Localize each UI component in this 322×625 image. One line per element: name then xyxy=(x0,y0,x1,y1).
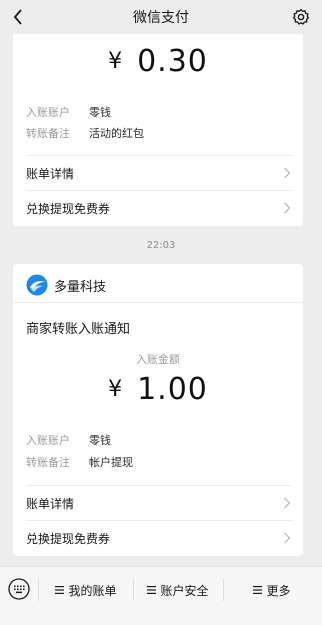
amount-value: 0.30 xyxy=(137,44,208,79)
link-label: 兑换提现免费券 xyxy=(26,201,111,216)
currency-symbol: ¥ xyxy=(108,49,124,74)
field-label: 转账备注 xyxy=(26,127,70,140)
page-title: 微信支付 xyxy=(133,10,189,26)
field-label: 入账账户 xyxy=(26,434,70,447)
amount-value: 1.00 xyxy=(137,372,208,407)
field-value: 零钱 xyxy=(89,434,111,447)
keyboard-icon[interactable] xyxy=(8,578,30,600)
link-label: 账单详情 xyxy=(26,496,75,511)
transfer-card-1[interactable]: ¥0.30 入账账户 零钱 转账备注 活动的红包 账单详情 兑换提现免费券 xyxy=(13,34,303,226)
merchant-logo xyxy=(26,274,48,296)
menu-icon xyxy=(253,586,263,594)
divider xyxy=(38,579,39,601)
notice-title: 商家转账入账通知 xyxy=(26,322,131,337)
menu-icon xyxy=(55,586,65,594)
chevron-right-icon xyxy=(284,167,291,179)
link-label: 账单详情 xyxy=(26,166,75,181)
top-navbar: 微信支付 xyxy=(0,0,322,34)
message-timestamp: 22:03 xyxy=(146,240,176,251)
field-remark: 转账备注 活动的红包 xyxy=(26,125,144,141)
chevron-right-icon xyxy=(284,497,291,509)
merchant-name: 多量科技 xyxy=(54,279,107,295)
field-value: 零钱 xyxy=(89,106,111,119)
withdraw-coupon-link[interactable]: 兑换提现免费券 xyxy=(13,521,303,555)
transfer-card-2[interactable]: 多量科技 商家转账入账通知 入账金额 ¥1.00 入账账户 零钱 转账备注 帐户… xyxy=(13,264,303,556)
amount-display: ¥0.30 xyxy=(13,44,303,79)
bill-details-link[interactable]: 账单详情 xyxy=(13,156,303,190)
menu-icon xyxy=(147,586,157,594)
merchant-header[interactable]: 多量科技 xyxy=(26,273,106,297)
tab-more[interactable]: 更多 xyxy=(224,580,320,600)
amount-label: 入账金额 xyxy=(136,353,180,366)
field-account: 入账账户 零钱 xyxy=(26,432,111,448)
field-value: 活动的红包 xyxy=(89,127,144,140)
tab-label: 我的账单 xyxy=(68,583,117,598)
field-account: 入账账户 零钱 xyxy=(26,104,111,120)
chevron-right-icon xyxy=(284,202,291,214)
gear-icon[interactable] xyxy=(290,6,312,28)
field-label: 转账备注 xyxy=(26,456,70,469)
tab-my-bills[interactable]: 我的账单 xyxy=(40,580,132,600)
divider xyxy=(13,302,303,303)
tab-account-security[interactable]: 账户安全 xyxy=(134,580,222,600)
withdraw-coupon-link[interactable]: 兑换提现免费券 xyxy=(13,191,303,225)
chevron-right-icon xyxy=(284,532,291,544)
field-value: 帐户提现 xyxy=(89,456,133,469)
tab-label: 账户安全 xyxy=(160,583,209,598)
chevron-left-icon[interactable] xyxy=(8,6,28,28)
amount-display: ¥1.00 xyxy=(13,372,303,407)
field-remark: 转账备注 帐户提现 xyxy=(26,454,133,470)
tab-label: 更多 xyxy=(266,583,291,598)
currency-symbol: ¥ xyxy=(108,377,124,402)
bill-details-link[interactable]: 账单详情 xyxy=(13,486,303,520)
link-label: 兑换提现免费券 xyxy=(26,531,111,546)
bottom-menu-bar: 我的账单 账户安全 更多 xyxy=(0,566,322,625)
field-label: 入账账户 xyxy=(26,106,70,119)
